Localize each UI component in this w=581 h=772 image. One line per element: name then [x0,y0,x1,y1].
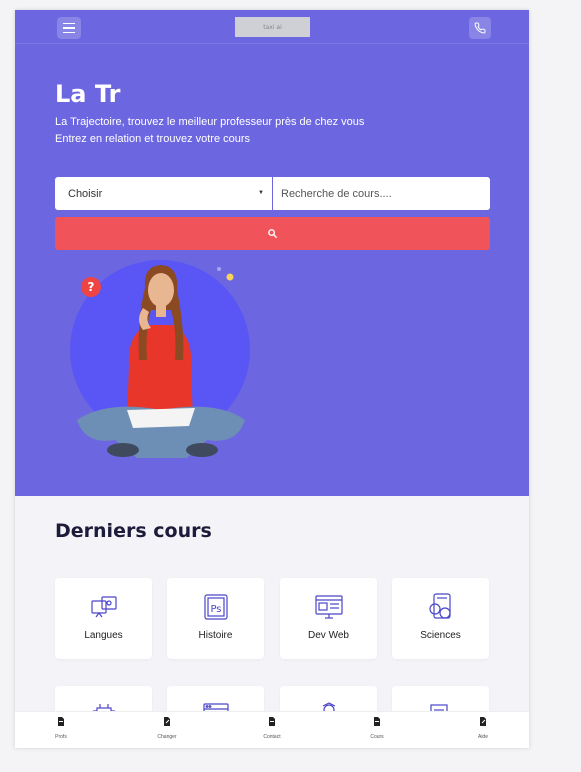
student-illustration: ? [70,260,250,458]
hero-section: taxi ai La Tr La Trajectoire, trouvez le… [15,10,529,496]
hero-subtitle: La Trajectoire, trouvez le meilleur prof… [55,114,364,148]
category-select[interactable]: Choisir ▼ [55,177,272,210]
phone-icon [474,22,486,34]
search-button[interactable] [55,217,490,250]
history-icon: Ps [204,594,228,620]
nav-item-changer[interactable]: Changer [137,717,197,740]
menu-button[interactable] [57,17,81,39]
nav-item-label: Profs [55,734,67,740]
nav-item-label: Cours [370,734,384,740]
course-card-dev-web[interactable]: Dev Web [280,578,377,659]
category-select-value: Choisir [68,187,103,200]
hero-subtitle-line1: La Trajectoire, trouvez le meilleur prof… [55,116,365,128]
course-card-histoire[interactable]: Ps Histoire [167,578,264,659]
nav-item-aide[interactable]: Aide [453,717,513,740]
nav-item-label: Aide [477,734,488,740]
nav-item-label: Contact [263,734,281,740]
edit-document-icon [480,717,486,726]
course-search-input[interactable] [273,177,490,210]
nav-item-label: Changer [157,734,177,740]
hero-subtitle-line2: Entrez en relation et trouvez votre cour… [55,133,251,145]
svg-text:Ps: Ps [210,604,221,615]
section-title: Derniers cours [55,520,212,542]
search-icon [268,229,278,239]
phone-button[interactable] [469,17,491,39]
edit-document-icon [164,717,170,726]
hamburger-menu-icon [63,22,75,25]
nav-item-profs[interactable]: Profs [31,717,91,740]
logo[interactable]: taxi ai [235,17,310,37]
course-card-langues[interactable]: Langues [55,578,152,659]
course-card-label: Langues [84,630,123,641]
caret-down-icon: ▼ [258,190,264,196]
nav-item-contact[interactable]: Contact [242,717,302,740]
course-card-label: Dev Web [308,630,349,641]
document-icon [374,717,380,726]
course-card-label: Sciences [420,630,461,641]
sciences-icon [429,593,451,619]
web-dev-icon [315,595,343,619]
course-card-label: Histoire [198,630,233,641]
languages-icon [91,596,117,618]
svg-text:?: ? [88,280,95,294]
top-bar: taxi ai [15,10,529,44]
app-frame: taxi ai La Tr La Trajectoire, trouvez le… [15,10,529,748]
bottom-nav: Profs Changer Contact Cours Aide [15,711,529,748]
document-icon [58,717,64,726]
document-icon [269,717,275,726]
nav-item-cours[interactable]: Cours [347,717,407,740]
course-card-sciences[interactable]: Sciences [392,578,489,659]
hero-title: La Tr [55,80,121,108]
